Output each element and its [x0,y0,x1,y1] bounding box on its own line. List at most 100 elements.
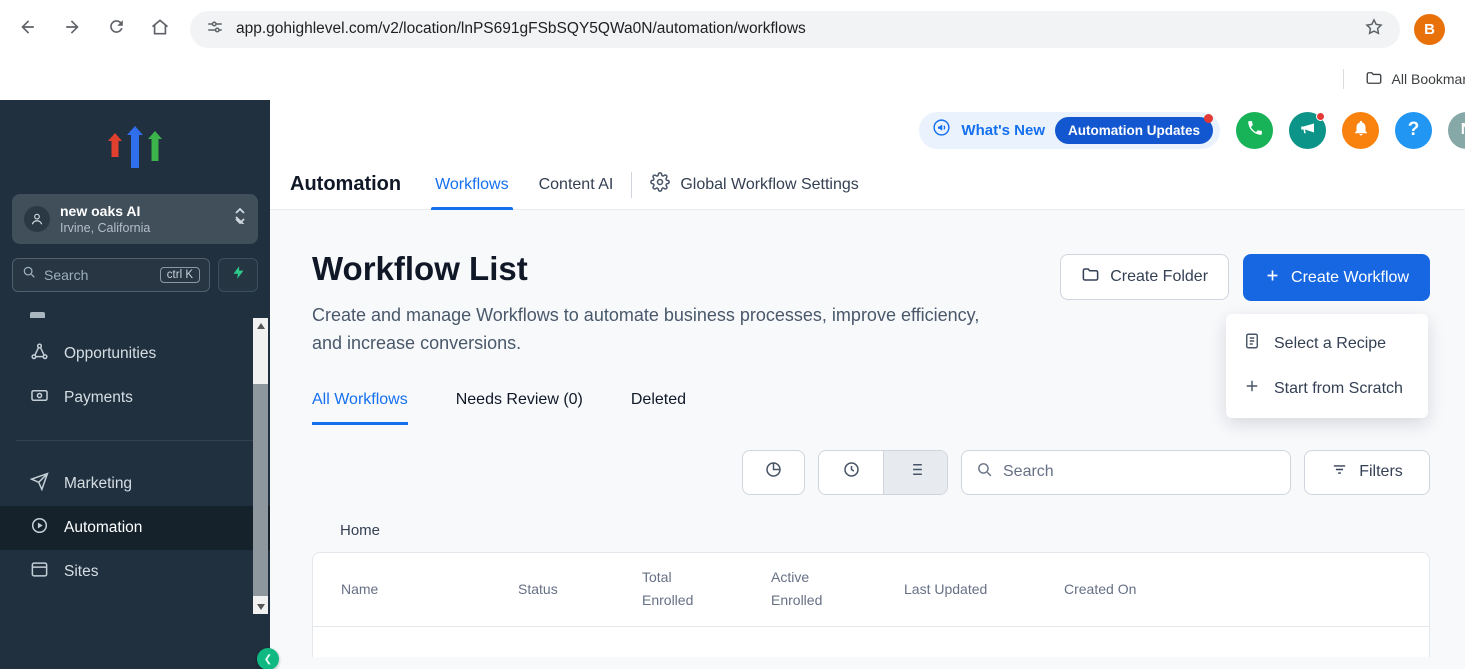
table-body [313,627,1429,657]
sidebar-item-payments[interactable]: Payments [0,376,270,420]
star-icon[interactable] [1364,17,1384,42]
utility-bar: What's New Automation Updates ? N [270,100,1465,160]
sidebar: new oaks AI Irvine, California ctrl K Op… [0,100,270,669]
gear-icon [650,172,670,197]
filters-button[interactable]: Filters [1304,450,1430,495]
sidebar-item-opportunities[interactable]: Opportunities [0,332,270,376]
page-actions: Create Folder Create Workflow Select a R… [1060,254,1430,301]
sidebar-search-input[interactable]: ctrl K [12,258,210,292]
workflow-search[interactable] [961,450,1291,495]
global-workflow-settings-label: Global Workflow Settings [680,176,858,194]
sidebar-item-automation[interactable]: Automation [0,506,270,550]
location-city: Irvine, California [60,221,150,235]
sidebar-item-label: Automation [64,519,142,537]
user-avatar[interactable]: N [1448,112,1465,149]
location-switcher[interactable]: new oaks AI Irvine, California [12,194,258,244]
whats-new-label[interactable]: What's New [961,122,1045,139]
column-header-total-enrolled: Total Enrolled [642,566,771,612]
sidebar-scrollbar[interactable] [253,318,268,614]
history-view-button[interactable] [819,451,883,494]
notification-dot [1316,112,1325,121]
back-icon [18,17,38,42]
refresh-icon [107,17,126,41]
column-header-active-enrolled: Active Enrolled [771,566,904,612]
notification-dot [1204,114,1213,123]
sidebar-item-label: Sites [64,563,98,581]
forward-icon [62,17,82,42]
url-bar[interactable]: app.gohighlevel.com/v2/location/lnPS691g… [190,11,1400,48]
column-header-status: Status [518,581,642,597]
sidebar-item-label: Opportunities [64,345,156,363]
search-icon [22,265,36,284]
opportunities-icon [30,342,49,366]
clock-icon [842,460,861,484]
automation-updates-badge[interactable]: Automation Updates [1055,117,1213,144]
sites-icon [30,560,49,584]
list-view-button[interactable] [883,451,947,494]
announcements-button[interactable] [1289,112,1326,149]
create-workflow-button[interactable]: Create Workflow [1243,254,1430,301]
tab-workflows[interactable]: Workflows [435,160,509,210]
all-bookmarks-label[interactable]: All Bookmarks [1392,71,1465,87]
pie-chart-icon [764,460,783,484]
phone-button[interactable] [1236,112,1273,149]
recipe-icon [1243,332,1261,355]
forward-button[interactable] [50,7,94,51]
scrollbar-thumb[interactable] [253,384,268,596]
bell-icon [1352,119,1370,142]
tab-deleted[interactable]: Deleted [631,391,686,425]
bookmarks-divider [1343,69,1344,89]
sidebar-collapse-button[interactable]: ❮ [257,648,279,669]
breadcrumb-home[interactable]: Home [312,522,1430,539]
browser-profile-avatar[interactable]: B [1414,14,1445,45]
sidebar-item-sites[interactable]: Sites [0,550,270,594]
chevron-up-down-icon [234,208,246,229]
whats-new-pill[interactable]: What's New Automation Updates [919,112,1220,149]
tab-content-ai[interactable]: Content AI [539,160,614,210]
sidebar-menu: Opportunities Payments Marketing Automat… [0,312,270,594]
filter-icon [1331,461,1348,483]
page-section-title: Automation [290,173,401,196]
megaphone-icon [1299,119,1317,142]
sidebar-search-field[interactable] [44,267,114,283]
back-button[interactable] [6,7,50,51]
chevron-left-icon: ❮ [264,654,272,665]
tab-all-workflows[interactable]: All Workflows [312,391,408,425]
header-divider [631,172,632,198]
workflow-search-input[interactable] [1003,463,1276,481]
tab-needs-review[interactable]: Needs Review (0) [456,391,583,425]
shortcut-badge: ctrl K [160,267,200,283]
quick-actions-button[interactable] [218,258,258,292]
create-folder-button[interactable]: Create Folder [1060,254,1229,300]
marketing-icon [30,472,49,496]
home-button[interactable] [138,7,182,51]
browser-nav-row: app.gohighlevel.com/v2/location/lnPS691g… [0,0,1465,58]
column-header-last-updated: Last Updated [904,581,1064,597]
global-workflow-settings-link[interactable]: Global Workflow Settings [650,172,858,197]
sidebar-item-label: Payments [64,389,133,407]
help-button[interactable]: ? [1395,112,1432,149]
lightning-icon [231,265,246,285]
scrollbar-down-arrow[interactable] [253,599,268,614]
location-name: new oaks AI [60,203,150,221]
enrollment-stats-button[interactable] [742,450,805,495]
table-header-row: Name Status Total Enrolled Active Enroll… [313,553,1429,627]
workflow-table: Name Status Total Enrolled Active Enroll… [312,552,1430,657]
url-text[interactable]: app.gohighlevel.com/v2/location/lnPS691g… [236,20,1352,38]
bookmarks-bar: All Bookmarks [0,58,1465,100]
partially-scrolled-item-icon [30,312,45,318]
sidebar-item-marketing[interactable]: Marketing [0,462,270,506]
notifications-button[interactable] [1342,112,1379,149]
site-info-icon[interactable] [206,18,224,41]
dropdown-item-start-from-scratch[interactable]: Start from Scratch [1226,366,1428,411]
refresh-button[interactable] [94,7,138,51]
search-icon [976,461,993,483]
megaphone-icon [932,118,951,142]
location-avatar-icon [24,206,50,232]
folder-icon [1081,265,1100,289]
dropdown-item-select-recipe[interactable]: Select a Recipe [1226,321,1428,366]
help-icon: ? [1408,119,1420,141]
scrollbar-up-arrow[interactable] [253,318,268,333]
create-workflow-dropdown: Select a Recipe Start from Scratch [1226,314,1428,418]
workflow-list-content: Workflow List Create and manage Workflow… [270,210,1465,669]
